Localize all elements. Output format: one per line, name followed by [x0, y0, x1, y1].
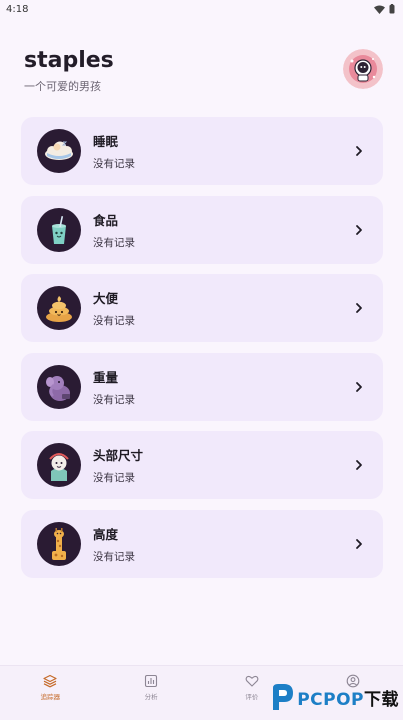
nav-label: 分析 [144, 693, 158, 701]
tracker-card-weight[interactable]: 重量 没有记录 [21, 352, 383, 421]
battery-icon [389, 4, 395, 14]
watermark-brand: PCPOP [297, 689, 364, 710]
height-giraffe-icon [37, 521, 81, 566]
tracker-status: 没有记录 [93, 315, 135, 327]
tracker-card-sleep[interactable]: 睡眠 没有记录 [21, 117, 383, 185]
nav-label: 评价 [245, 693, 259, 701]
sleep-cloud-icon [37, 129, 81, 173]
poop-icon [37, 286, 81, 330]
nav-tab-analysis[interactable]: 分析 [101, 666, 202, 720]
watermark: PCPOP下载 [269, 680, 399, 714]
tracker-status: 没有记录 [93, 393, 135, 406]
nav-label: 追踪器 [40, 693, 61, 701]
status-time: 4:18 [6, 3, 29, 15]
status-bar: 4:18 [0, 0, 403, 18]
chevron-right-icon [356, 303, 362, 313]
tracker-status: 没有记录 [93, 236, 135, 249]
weight-elephant-icon [37, 364, 81, 409]
tracker-title: 大便 [93, 291, 119, 306]
tracker-card-height[interactable]: 高度 没有记录 [21, 509, 383, 578]
wifi-icon [374, 5, 385, 14]
tracker-card-head-size[interactable]: 头部尺寸 没有记录 [21, 431, 383, 499]
layers-icon [43, 674, 57, 688]
nav-tab-trackers[interactable]: 追踪器 [0, 666, 101, 720]
header: staples 一个可爱的男孩 [24, 48, 383, 96]
baby-astronaut-avatar-icon [343, 49, 383, 89]
chevron-right-icon [356, 146, 362, 156]
watermark-suffix: 下载 [364, 689, 399, 710]
heart-icon [245, 675, 259, 687]
tracker-status: 没有记录 [93, 550, 135, 563]
tracker-title: 食品 [93, 212, 119, 228]
food-drink-icon [37, 207, 81, 252]
page-title: staples [24, 48, 114, 73]
tracker-title: 高度 [93, 526, 119, 542]
watermark-text: PCPOP下载 [297, 685, 399, 710]
chevron-right-icon [356, 538, 362, 549]
page-subtitle: 一个可爱的男孩 [24, 80, 101, 93]
tracker-title: 睡眠 [93, 134, 119, 149]
bar-chart-icon [145, 674, 158, 688]
chevron-right-icon [356, 460, 362, 470]
head-size-icon [37, 443, 81, 487]
pcpop-logo-icon [273, 684, 294, 710]
tracker-status: 没有记录 [93, 158, 135, 170]
status-icons [374, 4, 395, 14]
tracker-status: 没有记录 [93, 472, 135, 484]
chevron-right-icon [356, 224, 362, 235]
tracker-title: 重量 [93, 369, 119, 385]
chevron-right-icon [356, 381, 362, 392]
tracker-title: 头部尺寸 [93, 448, 144, 463]
tracker-list: 睡眠 没有记录 食品 没有记录 大便 没有记录 重量 没有记录 头部尺寸 没有记… [21, 117, 383, 588]
avatar[interactable] [343, 49, 383, 89]
tracker-card-poop[interactable]: 大便 没有记录 [21, 274, 383, 342]
tracker-card-food[interactable]: 食品 没有记录 [21, 195, 383, 264]
